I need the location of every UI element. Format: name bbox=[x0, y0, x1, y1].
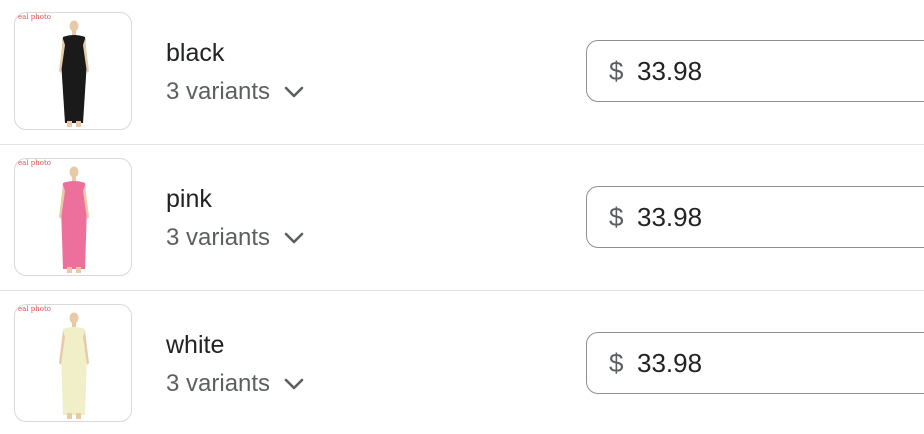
price-field[interactable]: $ bbox=[586, 40, 924, 102]
dress-image bbox=[59, 312, 89, 419]
chevron-down-icon bbox=[284, 378, 304, 390]
variant-list: eal photo black 3 variants $ ea bbox=[0, 0, 924, 434]
currency-prefix: $ bbox=[609, 348, 624, 378]
price-input[interactable] bbox=[637, 199, 887, 235]
variant-row: eal photo white 3 variants $ bbox=[0, 292, 924, 434]
currency-prefix: $ bbox=[609, 56, 624, 86]
variant-row: eal photo black 3 variants $ bbox=[0, 0, 924, 145]
chevron-down-icon bbox=[284, 86, 304, 98]
variants-count-label: 3 variants bbox=[166, 78, 271, 105]
dress-image bbox=[59, 20, 89, 127]
variant-row: eal photo pink 3 variants $ bbox=[0, 146, 924, 291]
variants-toggle[interactable]: 3 variants bbox=[166, 76, 304, 108]
price-input[interactable] bbox=[637, 53, 887, 89]
currency-prefix: $ bbox=[609, 202, 624, 232]
variants-count-label: 3 variants bbox=[166, 370, 271, 397]
variant-name: pink bbox=[166, 185, 212, 213]
variant-name: black bbox=[166, 39, 225, 67]
variants-toggle[interactable]: 3 variants bbox=[166, 368, 304, 400]
variant-name: white bbox=[166, 331, 225, 359]
variants-count-label: 3 variants bbox=[166, 224, 271, 251]
variants-toggle[interactable]: 3 variants bbox=[166, 222, 304, 254]
product-thumbnail[interactable]: eal photo bbox=[14, 158, 132, 276]
price-field[interactable]: $ bbox=[586, 332, 924, 394]
dress-image bbox=[59, 166, 89, 273]
price-input[interactable] bbox=[637, 345, 887, 381]
price-field[interactable]: $ bbox=[586, 186, 924, 248]
product-thumbnail[interactable]: eal photo bbox=[14, 12, 132, 130]
chevron-down-icon bbox=[284, 232, 304, 244]
product-thumbnail[interactable]: eal photo bbox=[14, 304, 132, 422]
